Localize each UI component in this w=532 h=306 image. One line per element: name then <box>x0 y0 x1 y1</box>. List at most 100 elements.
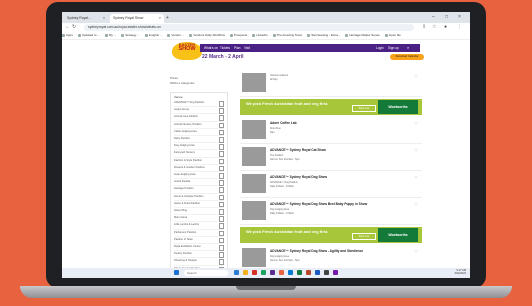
favourite-icon[interactable]: ♡ <box>414 148 418 153</box>
back-icon[interactable]: ← <box>65 23 70 32</box>
filter-checkbox[interactable] <box>218 101 224 107</box>
taskbar-app-icon[interactable] <box>270 270 275 275</box>
bookmark-item[interactable]: Heritage Makes Sense <box>345 32 380 39</box>
bookmark-item[interactable]: Vendor ... <box>167 32 184 39</box>
taskbar-app-icon[interactable] <box>324 270 329 275</box>
taskbar-search[interactable]: Search <box>184 270 228 276</box>
nav-login[interactable]: Login <box>376 44 384 52</box>
filter-checkbox[interactable] <box>218 151 224 157</box>
venue-filter-option[interactable]: Home & Lifestyle Pavilion <box>174 194 224 201</box>
venue-filter-option[interactable]: Farmyard Nursery <box>174 150 224 158</box>
browser-tab-active[interactable]: × Sydney Royal Show <box>110 14 164 23</box>
maximize-button[interactable]: □ <box>445 13 448 22</box>
bookmark-item[interactable]: LinkedIn <box>252 32 268 39</box>
venue-filter-option[interactable]: Goat Judging Area <box>174 172 224 180</box>
filter-checkbox[interactable] <box>218 187 224 193</box>
taskbar-app-icon[interactable] <box>234 270 239 275</box>
bookmark-item[interactable]: My ... <box>104 32 116 39</box>
taskbar-app-icon[interactable] <box>306 270 311 275</box>
event-card[interactable]: ADVANCE™ Sydney Royal Dog Show Best Baby… <box>240 198 422 225</box>
event-card[interactable]: ♡ Various locations All Day <box>240 70 422 97</box>
filter-checkbox[interactable] <box>218 209 224 215</box>
nav-plan[interactable]: Plan <box>234 44 240 52</box>
venue-filter-option[interactable]: Parliament Pavilion <box>174 230 224 237</box>
taskbar-app-icon[interactable] <box>279 270 284 275</box>
minimize-button[interactable]: – <box>432 13 435 22</box>
filter-checkbox[interactable] <box>218 122 224 129</box>
site-logo[interactable]: EASTER SHOW <box>172 42 202 60</box>
bookmark-item[interactable]: Strategy ... <box>121 32 140 39</box>
bookmark-item[interactable]: Insights ... <box>144 32 162 39</box>
refresh-icon[interactable]: ↻ <box>72 23 76 32</box>
venue-filter-option[interactable]: Heritage Pavilion <box>174 186 224 194</box>
venue-filter-option[interactable]: Grand Parade <box>174 179 224 187</box>
start-icon[interactable] <box>174 270 179 275</box>
filter-checkbox[interactable] <box>218 245 224 251</box>
event-card[interactable]: ADVANCE™ Sydney Royal Dog Show ♡ ADVANCE™ … <box>240 171 422 198</box>
filter-checkbox[interactable] <box>218 230 224 237</box>
venue-filter-option[interactable]: Animal Nursery Pavilion <box>174 122 224 129</box>
advert-shop-button[interactable]: Shop now <box>352 105 376 112</box>
filter-checkbox[interactable] <box>218 137 224 143</box>
taskbar-app-icon[interactable] <box>252 270 257 275</box>
filter-checkbox[interactable] <box>218 173 224 179</box>
venue-filter-option[interactable]: Pavilion of Taste <box>174 237 224 245</box>
filter-checkbox[interactable] <box>218 180 224 186</box>
advert-banner[interactable]: We pick Fresh Australian fruit and veg f… <box>240 227 422 243</box>
venue-filter-option[interactable]: Little Lambs & Lambs <box>174 222 224 230</box>
venue-filter-option[interactable]: Rural Exhibition Centre <box>174 244 224 252</box>
nav-visit[interactable]: Visit <box>244 44 250 52</box>
event-card[interactable]: Adore Coffee Lab ♡ Kids Zone 9am <box>240 117 422 144</box>
advert-banner[interactable]: We pick Fresh Australian fruit and veg f… <box>240 99 422 115</box>
favourite-icon[interactable]: ♡ <box>414 175 418 180</box>
filter-checkbox[interactable] <box>218 158 224 165</box>
venue-filter-option[interactable]: Horse & Rural Pavilion <box>174 201 224 209</box>
venue-filter-option[interactable]: Angus Arena <box>174 107 224 115</box>
star-icon[interactable]: ☆ <box>432 23 436 32</box>
browser-tab[interactable]: × Sydney Royal... <box>64 14 108 23</box>
filter-checkbox[interactable] <box>218 223 224 229</box>
venue-filter-option[interactable]: ADVANCE™ Dog Pavilion <box>174 100 224 108</box>
filter-checkbox[interactable] <box>218 259 224 265</box>
close-window-button[interactable]: × <box>458 13 461 22</box>
profile-icon[interactable]: ● <box>444 23 447 32</box>
bookmark-item[interactable]: Stat Seeking - Extra... <box>307 32 340 39</box>
taskbar-app-icon[interactable] <box>315 270 320 275</box>
venue-filter-option[interactable]: Cattle Judging Area <box>174 129 224 137</box>
venue-filter-option[interactable]: Main Arena <box>174 215 224 223</box>
taskbar-app-icon[interactable] <box>243 270 248 275</box>
nav-tickets[interactable]: Tickets <box>220 44 230 52</box>
filter-checkbox[interactable] <box>218 144 224 150</box>
url-input[interactable]: sydneyroyal.com.au/royal-easter-show/wha… <box>84 24 414 31</box>
filter-checkbox[interactable] <box>218 201 224 208</box>
nav-whats-on[interactable]: What's on <box>204 44 218 52</box>
taskbar-app-icon[interactable] <box>333 270 338 275</box>
taskbar-app-icon[interactable] <box>288 270 293 275</box>
close-tab-icon[interactable]: × <box>103 14 105 23</box>
new-tab-button[interactable]: + <box>166 14 169 23</box>
venue-filter-option[interactable]: Flowers & Garden Pavilion <box>174 165 224 173</box>
taskbar-app-icon[interactable] <box>261 270 266 275</box>
bookmark-item[interactable]: Prospects <box>229 32 247 39</box>
event-card[interactable]: ADVANCE™ Sydney Royal Cat Show ♡ The Pavil… <box>240 144 422 171</box>
favourite-icon[interactable]: ♡ <box>414 202 418 207</box>
venue-filter-option[interactable]: Fashion & Style Pavilion <box>174 158 224 165</box>
filter-checkbox[interactable] <box>218 252 224 258</box>
taskbar-app-icon[interactable] <box>297 270 302 275</box>
download-calendar-button[interactable]: Download Calendar <box>390 54 424 60</box>
filter-checkbox[interactable] <box>218 216 224 222</box>
venue-filter-option[interactable]: Horse Ring <box>174 208 224 216</box>
favourite-icon[interactable]: ♡ <box>414 74 418 79</box>
filter-checkbox[interactable] <box>218 165 224 172</box>
favourite-icon[interactable]: ♡ <box>414 121 418 126</box>
nav-signup[interactable]: Sign up <box>388 44 399 52</box>
filter-checkbox[interactable] <box>218 129 224 136</box>
venue-filter-option[interactable]: Poultry Pavilion <box>174 251 224 259</box>
bookmark-item[interactable]: Vendors Daily Workflow <box>189 32 225 39</box>
bookmark-item[interactable]: The Amazing Team <box>272 32 302 39</box>
menu-icon[interactable]: ⋮ <box>457 23 462 32</box>
venue-filter-option[interactable]: Animal Care Pavilion <box>174 114 224 122</box>
bookmark-item[interactable]: Open file <box>384 32 401 39</box>
venue-filter-option[interactable]: Dairy Pavilion <box>174 136 224 144</box>
bookmark-item[interactable]: Apps <box>62 32 73 39</box>
